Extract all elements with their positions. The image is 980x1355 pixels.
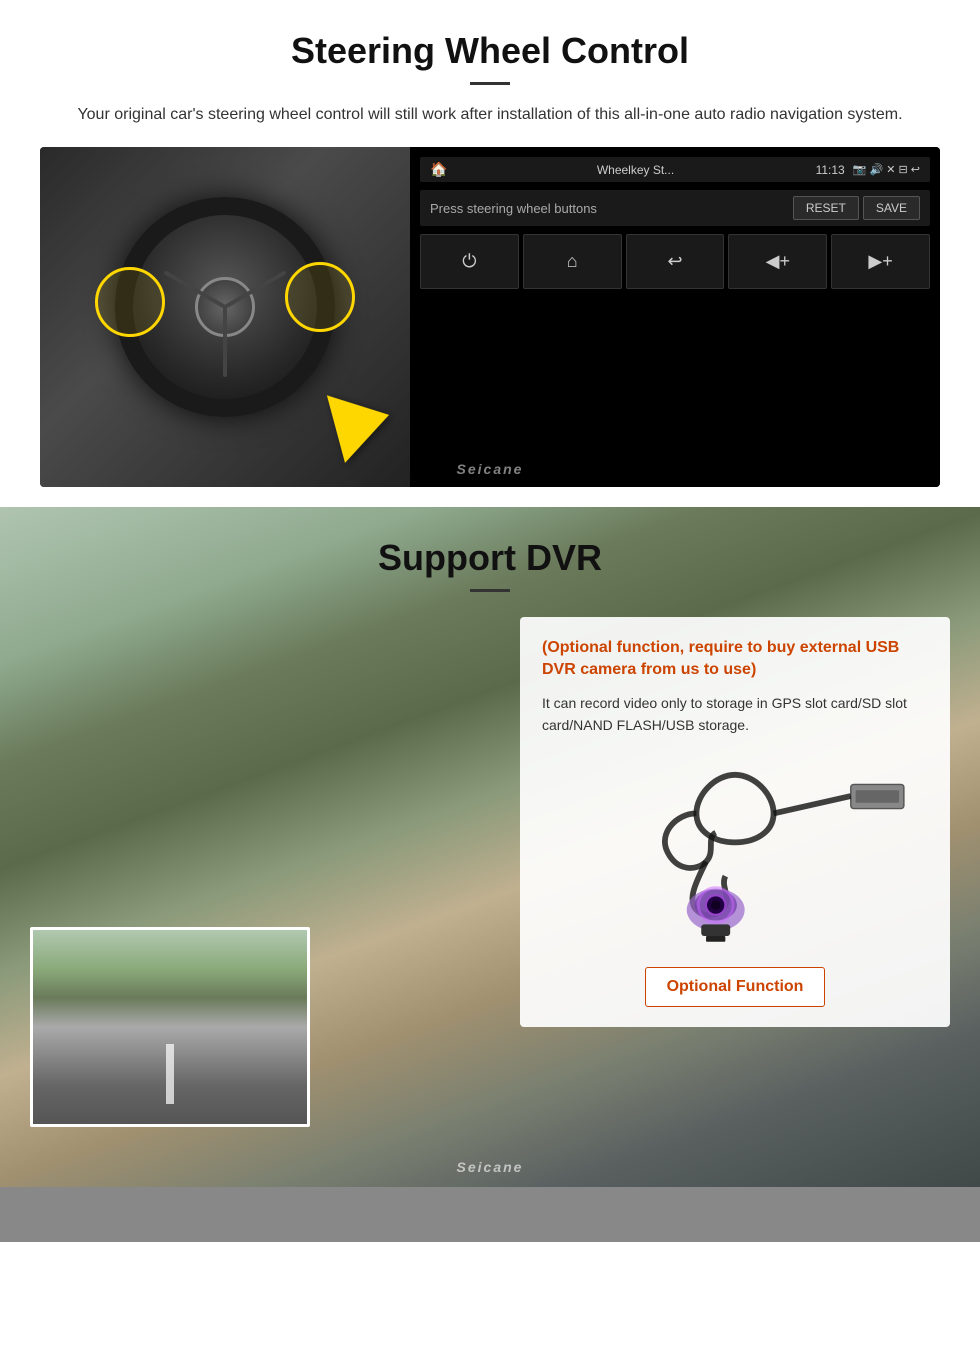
vol-up2-icon: ▶+ xyxy=(868,251,892,272)
app-name: Wheelkey St... xyxy=(455,163,815,177)
ctrl-vol-up[interactable]: ◀+ xyxy=(728,234,827,289)
swc-screen: 🏠 Wheelkey St... 11:13 📷 🔊 ✕ ⊟ ↩ Press s… xyxy=(410,147,940,487)
dvr-section: Support DVR (Optional function, require … xyxy=(0,507,980,1187)
power-icon: ⏻ xyxy=(462,251,476,272)
spoke-2 xyxy=(163,270,226,308)
title-divider xyxy=(470,82,510,85)
home-ctrl-icon: ⌂ xyxy=(567,251,578,272)
save-button[interactable]: SAVE xyxy=(863,196,920,220)
yellow-arrow xyxy=(327,381,398,463)
optional-function-button[interactable]: Optional Function xyxy=(645,967,825,1007)
arrow-indicator xyxy=(335,387,390,457)
dvr-watermark: Seicane xyxy=(457,1159,524,1175)
ctrl-home[interactable]: ⌂ xyxy=(523,234,622,289)
clock: 11:13 xyxy=(816,163,845,177)
prompt-row: Press steering wheel buttons RESET SAVE xyxy=(420,190,930,226)
reset-button[interactable]: RESET xyxy=(793,196,859,220)
ctrl-vol-up-2[interactable]: ▶+ xyxy=(831,234,930,289)
steering-wheel-photo xyxy=(40,147,410,487)
dvr-description: It can record video only to storage in G… xyxy=(542,692,928,737)
steering-wheel-section: Steering Wheel Control Your original car… xyxy=(0,0,980,507)
wheel-hub xyxy=(195,277,255,337)
button-highlight-right xyxy=(285,262,355,332)
screen-status-bar: 🏠 Wheelkey St... 11:13 📷 🔊 ✕ ⊟ ↩ xyxy=(420,157,930,182)
dvr-title-divider xyxy=(470,589,510,592)
spoke-1 xyxy=(223,307,227,377)
dvr-title: Support DVR xyxy=(40,537,940,579)
status-icons: 📷 🔊 ✕ ⊟ ↩ xyxy=(853,163,920,176)
swc-description: Your original car's steering wheel contr… xyxy=(40,103,940,127)
dvr-preview-image xyxy=(30,927,310,1127)
action-buttons: RESET SAVE xyxy=(793,196,920,220)
swc-image-composite: 🏠 Wheelkey St... 11:13 📷 🔊 ✕ ⊟ ↩ Press s… xyxy=(40,147,940,487)
back-icon: ↩ xyxy=(667,251,682,272)
home-icon: 🏠 xyxy=(430,161,447,178)
dvr-camera-image xyxy=(542,752,928,952)
dvr-title-area: Support DVR xyxy=(0,507,980,592)
ctrl-back[interactable]: ↩ xyxy=(626,234,725,289)
button-highlight-left xyxy=(95,267,165,337)
vol-up-icon: ◀+ xyxy=(766,251,790,272)
dvr-optional-note: (Optional function, require to buy exter… xyxy=(542,637,928,682)
controls-grid: ⏻ ⌂ ↩ ◀+ ▶+ xyxy=(420,234,930,289)
road-line xyxy=(166,1044,174,1104)
prompt-text: Press steering wheel buttons xyxy=(430,201,597,216)
ctrl-power[interactable]: ⏻ xyxy=(420,234,519,289)
dvr-camera-svg xyxy=(542,752,928,952)
dvr-info-card: (Optional function, require to buy exter… xyxy=(520,617,950,1027)
bottom-bar xyxy=(0,1187,980,1242)
swc-title: Steering Wheel Control xyxy=(40,30,940,72)
spoke-3 xyxy=(224,270,287,308)
